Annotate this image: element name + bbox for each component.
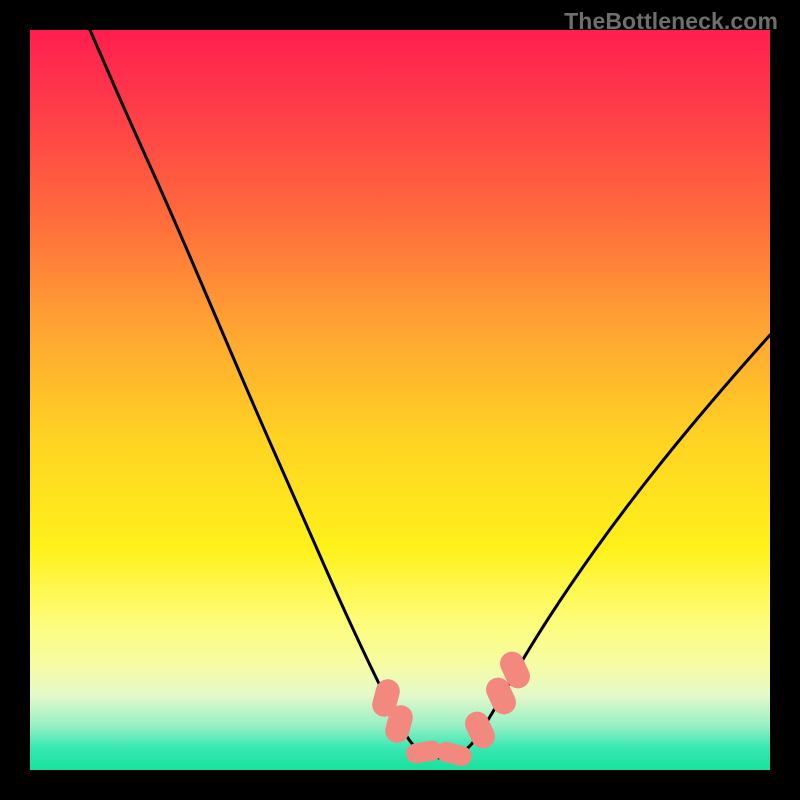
plot-area xyxy=(30,30,770,770)
curve-layer xyxy=(30,30,770,770)
bottleneck-curve-path xyxy=(90,30,770,758)
chart-stage: TheBottleneck.com xyxy=(0,0,800,800)
